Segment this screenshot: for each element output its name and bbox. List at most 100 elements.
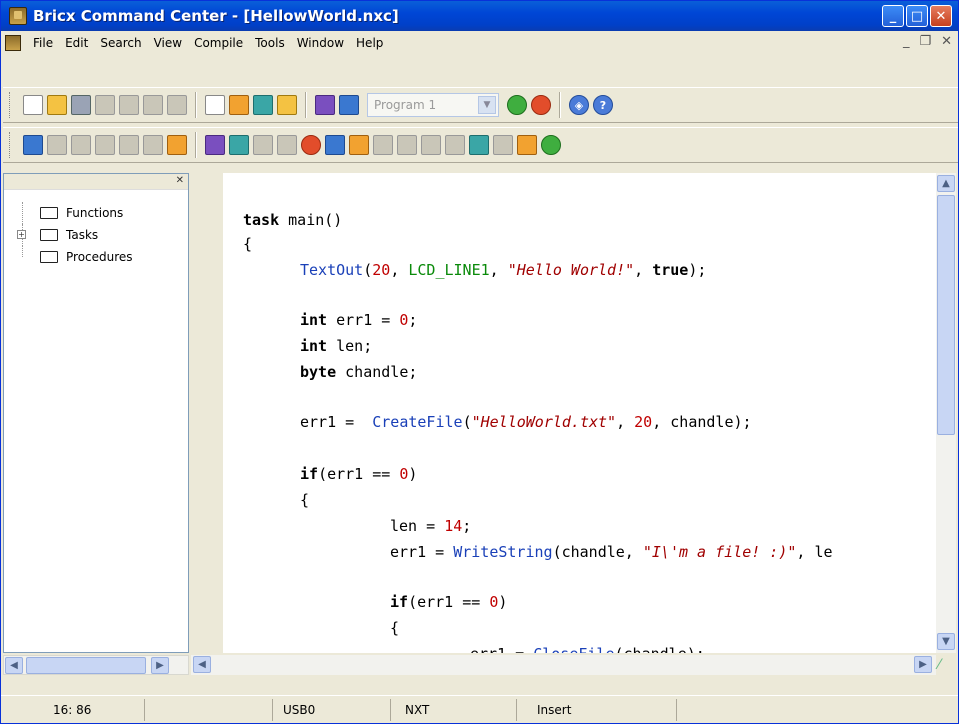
tree-item-label: Procedures <box>66 250 133 264</box>
scroll-right-icon[interactable]: ▶ <box>914 656 932 673</box>
close-file-icon[interactable] <box>119 95 139 115</box>
compile-icon[interactable] <box>315 95 335 115</box>
stop-icon[interactable] <box>531 95 551 115</box>
panel-close-icon[interactable]: ✕ <box>176 175 184 186</box>
sync-icon[interactable] <box>541 135 561 155</box>
scroll-left-icon[interactable]: ◀ <box>193 656 211 673</box>
copy-icon[interactable] <box>95 135 115 155</box>
window-title: Bricx Command Center - [HellowWorld.nxc] <box>33 7 399 25</box>
firmware-icon[interactable] <box>445 135 465 155</box>
app-icon[interactable] <box>9 7 27 25</box>
code-editor[interactable]: task main() { TextOut(20, LCD_LINE1, "He… <box>223 173 936 653</box>
delete-icon[interactable] <box>143 135 163 155</box>
menu-search[interactable]: Search <box>94 36 147 50</box>
close-button[interactable]: ✕ <box>930 5 952 27</box>
save-icon[interactable] <box>71 95 91 115</box>
watch-icon[interactable] <box>229 135 249 155</box>
code-line: TextOut(20, LCD_LINE1, "Hello World!", t… <box>300 261 707 279</box>
program-select-value: Program 1 <box>374 98 437 112</box>
scroll-down-icon[interactable]: ▼ <box>937 633 955 650</box>
scroll-thumb[interactable] <box>26 657 146 674</box>
menu-view[interactable]: View <box>148 36 188 50</box>
code-tree: Functions + Tasks Procedures <box>4 190 188 268</box>
open-file-icon[interactable] <box>47 95 67 115</box>
save-all-icon[interactable] <box>95 95 115 115</box>
menu-help[interactable]: Help <box>350 36 389 50</box>
find-icon[interactable] <box>205 95 225 115</box>
maximize-button[interactable]: □ <box>906 5 928 27</box>
folder-icon <box>40 229 58 241</box>
menu-bar: File Edit Search View Compile Tools Wind… <box>1 31 958 55</box>
diagnostics-icon[interactable] <box>205 135 225 155</box>
panel-header: ✕ <box>4 174 188 190</box>
undo-icon[interactable] <box>23 135 43 155</box>
tree-line <box>22 246 23 257</box>
code-line: { <box>300 491 310 509</box>
print-icon[interactable] <box>167 95 187 115</box>
remote-icon[interactable] <box>325 135 345 155</box>
explorer-icon[interactable] <box>469 135 489 155</box>
help-icon[interactable]: ? <box>593 95 613 115</box>
cursor-position: 16: 86 <box>1 698 145 721</box>
clear-memory-icon[interactable] <box>421 135 441 155</box>
scroll-up-icon[interactable]: ▲ <box>937 175 955 192</box>
goto-line-icon[interactable] <box>253 95 273 115</box>
folder-icon <box>40 251 58 263</box>
tree-line <box>22 202 23 224</box>
menu-edit[interactable]: Edit <box>59 36 94 50</box>
datalog-icon[interactable] <box>373 135 393 155</box>
tree-item-functions[interactable]: Functions <box>16 202 188 224</box>
scroll-left-icon[interactable]: ◀ <box>5 657 23 674</box>
chevron-down-icon[interactable]: ▼ <box>478 96 496 114</box>
run-icon[interactable] <box>507 95 527 115</box>
scroll-right-icon[interactable]: ▶ <box>151 657 169 674</box>
menu-compile[interactable]: Compile <box>188 36 249 50</box>
edit-mode-status: Insert <box>517 698 677 721</box>
code-line: len = 14; <box>390 517 472 535</box>
download-icon[interactable] <box>339 95 359 115</box>
code-line: { <box>243 235 253 253</box>
toolbar-grip[interactable] <box>9 132 13 158</box>
send-message-icon[interactable] <box>349 135 369 155</box>
timer-icon[interactable] <box>253 135 273 155</box>
document-icon[interactable] <box>5 35 21 51</box>
new-file-icon[interactable] <box>23 95 43 115</box>
program-select[interactable]: Program 1 ▼ <box>367 93 499 117</box>
menu-file[interactable]: File <box>27 36 59 50</box>
minimize-button[interactable]: _ <box>882 5 904 27</box>
expand-icon[interactable]: + <box>17 230 26 239</box>
print-preview-icon[interactable] <box>143 95 163 115</box>
about-icon[interactable]: ◈ <box>569 95 589 115</box>
editor-horizontal-scrollbar[interactable]: ◀ ▶ <box>191 655 936 675</box>
paste-icon[interactable] <box>119 135 139 155</box>
code-line: task main() <box>243 211 343 229</box>
tree-item-label: Functions <box>66 206 124 220</box>
piano-icon[interactable] <box>277 135 297 155</box>
scroll-thumb[interactable] <box>937 195 955 435</box>
key-icon[interactable] <box>517 135 537 155</box>
direct-control-icon[interactable] <box>167 135 187 155</box>
panel-horizontal-scrollbar[interactable]: ◀ ▶ <box>3 655 189 675</box>
editor-vertical-scrollbar[interactable]: ▲ ▼ <box>936 173 956 653</box>
menu-window[interactable]: Window <box>291 36 350 50</box>
code-line: if(err1 == 0) <box>390 593 508 611</box>
mdi-minimize-icon[interactable]: _ <box>903 34 910 49</box>
mdi-restore-icon[interactable]: ❐ <box>919 34 931 49</box>
menu-tools[interactable]: Tools <box>249 36 291 50</box>
code-line: err1 = CreateFile("HelloWorld.txt", 20, … <box>300 413 752 431</box>
tree-item-tasks[interactable]: + Tasks <box>16 224 188 246</box>
cut-icon[interactable] <box>71 135 91 155</box>
title-bar[interactable]: Bricx Command Center - [HellowWorld.nxc]… <box>1 1 958 31</box>
screen-icon[interactable] <box>493 135 513 155</box>
redo-icon[interactable] <box>47 135 67 155</box>
memory-map-icon[interactable] <box>397 135 417 155</box>
joystick-icon[interactable] <box>301 135 321 155</box>
proc-list-icon[interactable] <box>277 95 297 115</box>
main-toolbar: Program 1 ▼ ◈ ? <box>3 87 958 123</box>
resize-grip-icon[interactable]: ⁄ <box>938 657 956 675</box>
replace-icon[interactable] <box>229 95 249 115</box>
brick-status: NXT <box>391 698 517 721</box>
toolbar-grip[interactable] <box>9 92 13 118</box>
tree-item-procedures[interactable]: Procedures <box>16 246 188 268</box>
mdi-close-icon[interactable]: ✕ <box>941 34 952 49</box>
